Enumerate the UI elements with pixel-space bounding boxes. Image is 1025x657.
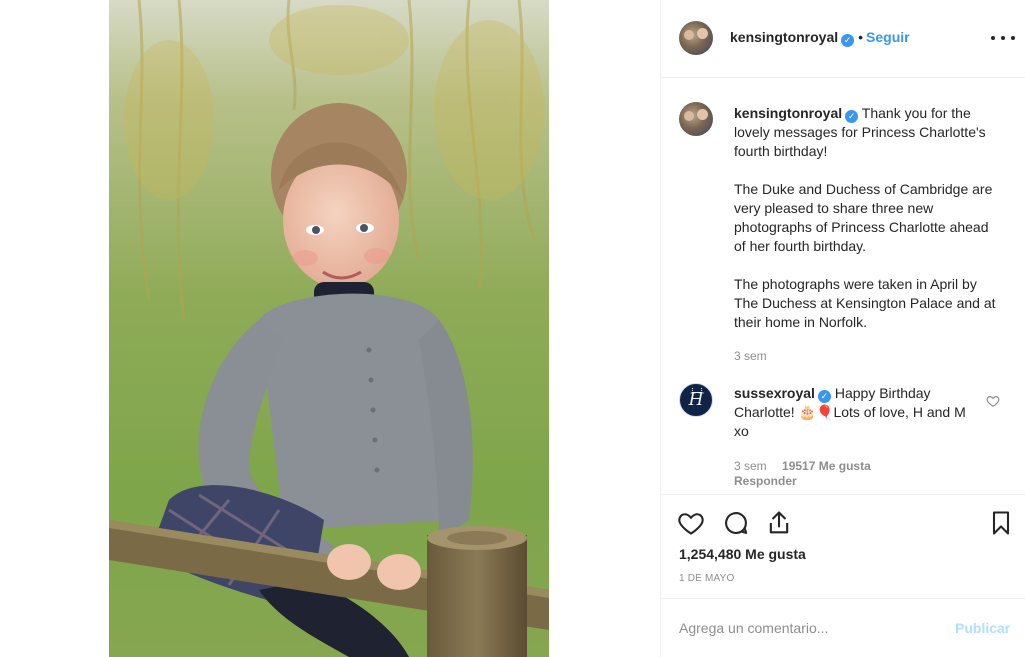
publish-button[interactable]: Publicar: [955, 620, 1010, 636]
caption: kensingtonroyal ✓ Thank you for the lovel…: [734, 104, 1004, 332]
reply-button[interactable]: Responder: [734, 472, 1004, 491]
post-photo[interactable]: [109, 0, 549, 657]
comment-input[interactable]: [679, 617, 939, 639]
caption-timestamp: 3 sem: [734, 349, 767, 363]
comment-like-count[interactable]: 19517 Me gusta: [782, 459, 871, 473]
comments-list[interactable]: kensingtonroyal ✓ Thank you for the lovel…: [661, 79, 1025, 493]
post-header: kensingtonroyal ✓ • Seguir: [661, 0, 1025, 78]
monogram-icon: H: [688, 390, 704, 410]
photo-panel: [0, 0, 660, 657]
comment: sussexroyal ✓ Happy Birthday Charlotte! 🎂…: [734, 384, 979, 441]
caption-username[interactable]: kensingtonroyal: [734, 105, 842, 121]
instagram-post-view: kensingtonroyal ✓ • Seguir kensingtonroyal ✓…: [0, 0, 1025, 657]
share-icon[interactable]: [765, 509, 793, 537]
like-count[interactable]: 1,254,480 Me gusta: [679, 546, 806, 562]
author-avatar[interactable]: [679, 21, 713, 55]
heart-icon[interactable]: [677, 509, 705, 537]
comment-composer: Publicar: [661, 598, 1025, 657]
post-actions: 1,254,480 Me gusta 1 DE MAYO: [661, 494, 1025, 598]
comment-icon[interactable]: [722, 509, 750, 537]
more-options-icon[interactable]: [991, 28, 1015, 48]
commenter-avatar[interactable]: H: [679, 383, 713, 417]
verified-badge-icon: ✓: [845, 110, 859, 123]
author-username[interactable]: kensingtonroyal: [730, 29, 838, 45]
caption-line-2: The Duke and Duchess of Cambridge are ve…: [734, 181, 993, 254]
caption-line-3: The photographs were taken in April by T…: [734, 276, 996, 330]
post-side-panel: kensingtonroyal ✓ • Seguir kensingtonroyal ✓…: [660, 0, 1025, 657]
comment-username[interactable]: sussexroyal: [734, 385, 815, 401]
bookmark-icon[interactable]: [987, 509, 1015, 537]
post-date[interactable]: 1 DE MAYO: [679, 573, 735, 584]
caption-avatar[interactable]: [679, 102, 713, 136]
author-line: kensingtonroyal ✓ • Seguir: [730, 29, 910, 47]
comment-timestamp: 3 sem: [734, 459, 767, 473]
verified-badge-icon: ✓: [841, 34, 855, 47]
verified-badge-icon: ✓: [817, 390, 831, 403]
comment-like-heart-icon[interactable]: [986, 394, 1000, 408]
follow-button[interactable]: Seguir: [866, 29, 910, 45]
separator-dot: •: [858, 29, 864, 45]
